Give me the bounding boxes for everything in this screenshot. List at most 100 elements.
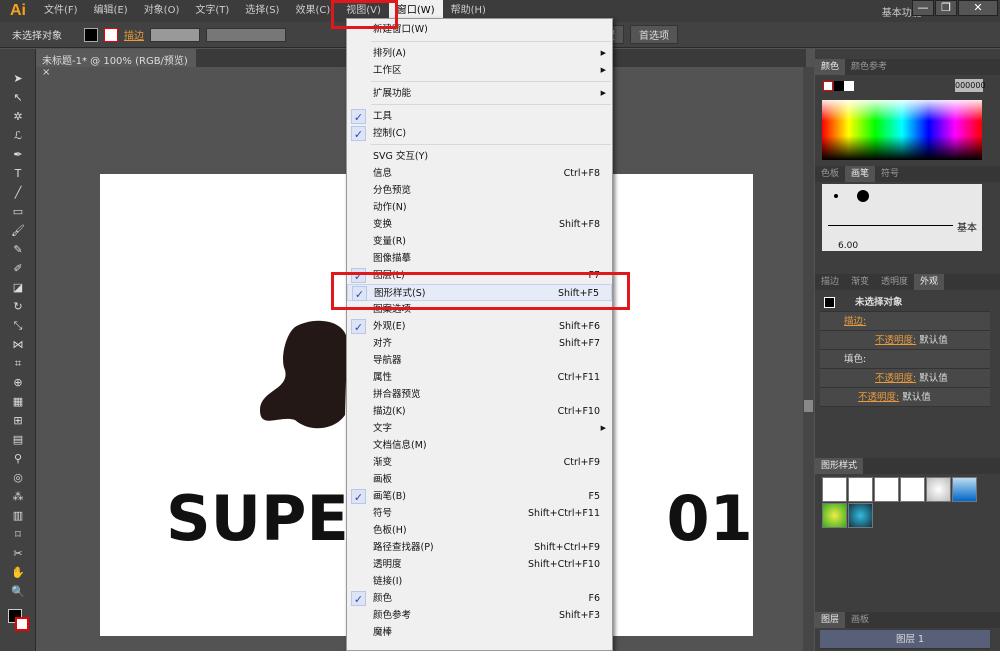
brush-list[interactable]: 基本 6.00 bbox=[822, 184, 982, 251]
tab-color-guide[interactable]: 颜色参考 bbox=[845, 59, 893, 75]
scrollbar-thumb[interactable] bbox=[804, 400, 813, 412]
close-tab-icon[interactable]: × bbox=[42, 67, 50, 78]
type-tool-icon[interactable]: T bbox=[0, 164, 36, 183]
close-button[interactable]: ✕ bbox=[958, 0, 998, 16]
free-transform-tool-icon[interactable]: ⌗ bbox=[0, 354, 36, 373]
menu-item[interactable]: 描边(K) Ctrl+F10 bbox=[347, 403, 612, 420]
scale-tool-icon[interactable]: ⤡ bbox=[0, 316, 36, 335]
menu-item[interactable]: 拼合器预览 bbox=[347, 386, 612, 403]
graphic-style-default[interactable] bbox=[822, 477, 847, 502]
preferences-button[interactable]: 首选项 bbox=[630, 25, 678, 44]
menu-item[interactable]: 画板 bbox=[347, 471, 612, 488]
menu-item[interactable]: 文档信息(M) bbox=[347, 437, 612, 454]
restore-button[interactable]: ❐ bbox=[935, 0, 957, 16]
graphic-style-6[interactable] bbox=[952, 477, 977, 502]
stroke-swatch[interactable] bbox=[104, 27, 118, 42]
opacity-link[interactable]: 不透明度: bbox=[875, 335, 916, 346]
basic-brush-line[interactable] bbox=[828, 225, 953, 226]
blob-shape[interactable] bbox=[255, 315, 355, 435]
appearance-opacity-row[interactable]: 不透明度: 默认值 bbox=[820, 388, 990, 407]
tab-symbols[interactable]: 符号 bbox=[875, 166, 905, 182]
menu-item[interactable]: ✓ 控制(C) bbox=[347, 125, 612, 142]
stroke-weight-input[interactable] bbox=[150, 27, 200, 42]
appearance-fill-row[interactable]: 填色: bbox=[820, 350, 990, 369]
opacity-link[interactable]: 不透明度: bbox=[875, 373, 916, 384]
menu-item[interactable]: 排列(A) ▶ bbox=[347, 45, 612, 62]
menu-item[interactable]: 变换 Shift+F8 bbox=[347, 216, 612, 233]
appearance-stroke-opacity-row[interactable]: 不透明度: 默认值 bbox=[820, 331, 990, 350]
none-swatch[interactable] bbox=[823, 81, 833, 91]
vertical-scrollbar[interactable] bbox=[803, 67, 814, 651]
tab-artboards[interactable]: 画板 bbox=[845, 612, 875, 628]
slice-tool-icon[interactable]: ✂ bbox=[0, 544, 36, 563]
brush-dot-small[interactable] bbox=[834, 194, 838, 198]
menu-item[interactable]: ✓ 画笔(B) F5 bbox=[347, 488, 612, 505]
menu-item[interactable]: 动作(N) bbox=[347, 199, 612, 216]
menu-select[interactable]: 选择(S) bbox=[237, 0, 287, 22]
selection-tool-icon[interactable]: ➤ bbox=[0, 69, 36, 88]
menu-item[interactable]: 扩展功能 ▶ bbox=[347, 85, 612, 102]
rotate-tool-icon[interactable]: ↻ bbox=[0, 297, 36, 316]
color-spectrum[interactable] bbox=[822, 100, 982, 160]
menu-edit[interactable]: 编辑(E) bbox=[86, 0, 136, 22]
eyedropper-tool-icon[interactable]: ⚲ bbox=[0, 449, 36, 468]
perspective-grid-tool-icon[interactable]: ▦ bbox=[0, 392, 36, 411]
zoom-tool-icon[interactable]: 🔍 bbox=[0, 582, 36, 601]
graph-tool-icon[interactable]: ▥ bbox=[0, 506, 36, 525]
black-swatch[interactable] bbox=[834, 81, 844, 91]
eraser-tool-icon[interactable]: ◪ bbox=[0, 278, 36, 297]
graphic-style-3[interactable] bbox=[874, 477, 899, 502]
menu-item[interactable]: 导航器 bbox=[347, 352, 612, 369]
menu-item[interactable]: 链接(I) bbox=[347, 573, 612, 590]
graphic-style-4[interactable] bbox=[900, 477, 925, 502]
menu-item[interactable]: 透明度 Shift+Ctrl+F10 bbox=[347, 556, 612, 573]
brush-dot-large[interactable] bbox=[857, 190, 869, 202]
blend-tool-icon[interactable]: ◎ bbox=[0, 468, 36, 487]
lasso-tool-icon[interactable]: ℒ bbox=[0, 126, 36, 145]
appearance-fill-opacity-row[interactable]: 不透明度: 默认值 bbox=[820, 369, 990, 388]
hand-tool-icon[interactable]: ✋ bbox=[0, 563, 36, 582]
menu-item[interactable]: 信息 Ctrl+F8 bbox=[347, 165, 612, 182]
graphic-style-7[interactable] bbox=[822, 503, 847, 528]
menu-type[interactable]: 文字(T) bbox=[187, 0, 237, 22]
menu-item[interactable]: ✓ 工具 bbox=[347, 108, 612, 125]
menu-object[interactable]: 对象(O) bbox=[136, 0, 188, 22]
tab-brushes[interactable]: 画笔 bbox=[845, 166, 876, 182]
stroke-attr[interactable]: 描边: bbox=[844, 316, 866, 327]
stroke-color-icon[interactable] bbox=[15, 617, 29, 631]
menu-item[interactable]: 工作区 ▶ bbox=[347, 62, 612, 79]
magic-wand-tool-icon[interactable]: ✲ bbox=[0, 107, 36, 126]
menu-item[interactable]: ✓ 颜色 F6 bbox=[347, 590, 612, 607]
symbol-sprayer-tool-icon[interactable]: ⁂ bbox=[0, 487, 36, 506]
menu-item[interactable]: 符号 Shift+Ctrl+F11 bbox=[347, 505, 612, 522]
stroke-label[interactable]: 描边 bbox=[124, 27, 144, 42]
tab-layers[interactable]: 图层 bbox=[815, 612, 846, 628]
paintbrush-tool-icon[interactable]: 🖌 bbox=[0, 221, 36, 240]
menu-item[interactable]: 色板(H) bbox=[347, 522, 612, 539]
menu-item[interactable]: SVG 交互(Y) bbox=[347, 148, 612, 165]
artboard-tool-icon[interactable]: ⌑ bbox=[0, 525, 36, 544]
direct-selection-tool-icon[interactable]: ↖ bbox=[0, 88, 36, 107]
white-swatch[interactable] bbox=[844, 81, 854, 91]
pen-tool-icon[interactable]: ✒ bbox=[0, 145, 36, 164]
shape-builder-tool-icon[interactable]: ⊕ bbox=[0, 373, 36, 392]
menu-item[interactable]: 图像描摹 bbox=[347, 250, 612, 267]
graphic-style-2[interactable] bbox=[848, 477, 873, 502]
appearance-stroke-row[interactable]: 描边: bbox=[820, 312, 990, 331]
line-tool-icon[interactable]: ╱ bbox=[0, 183, 36, 202]
graphic-style-5[interactable] bbox=[926, 477, 951, 502]
tab-gradient[interactable]: 渐变 bbox=[845, 274, 875, 290]
rectangle-tool-icon[interactable]: ▭ bbox=[0, 202, 36, 221]
graphic-style-8[interactable] bbox=[848, 503, 873, 528]
fill-swatch[interactable] bbox=[84, 27, 98, 42]
mesh-tool-icon[interactable]: ⊞ bbox=[0, 411, 36, 430]
width-tool-icon[interactable]: ⋈ bbox=[0, 335, 36, 354]
variable-width-select[interactable] bbox=[206, 27, 286, 42]
gradient-tool-icon[interactable]: ▤ bbox=[0, 430, 36, 449]
menu-item[interactable]: 对齐 Shift+F7 bbox=[347, 335, 612, 352]
tab-stroke[interactable]: 描边 bbox=[815, 274, 845, 290]
menu-item[interactable]: 路径查找器(P) Shift+Ctrl+F9 bbox=[347, 539, 612, 556]
tab-color[interactable]: 颜色 bbox=[815, 59, 846, 75]
menu-item[interactable]: 分色预览 bbox=[347, 182, 612, 199]
menu-item[interactable]: 变量(R) bbox=[347, 233, 612, 250]
